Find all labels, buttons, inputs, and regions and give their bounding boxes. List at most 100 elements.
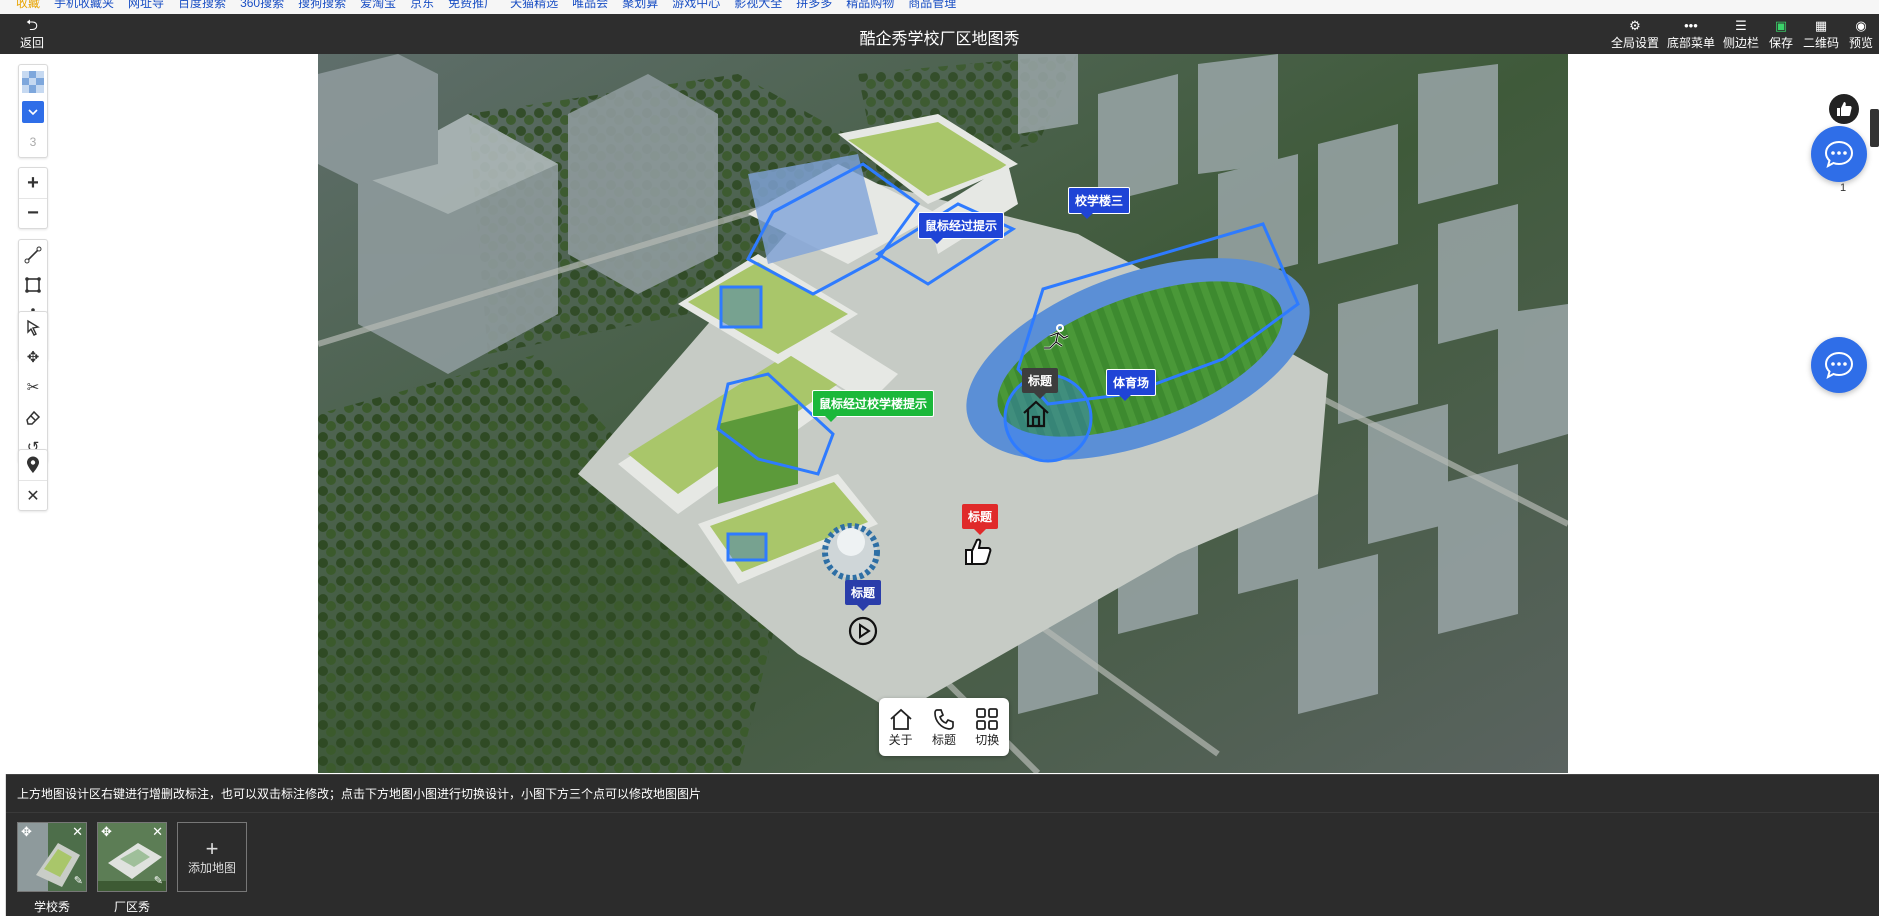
bookmark-item[interactable]: 网址导 xyxy=(128,0,164,9)
polyline-icon[interactable] xyxy=(19,240,47,270)
building-3-label[interactable]: 校学楼三 xyxy=(1068,187,1131,219)
chat-float-button-bottom[interactable] xyxy=(1811,337,1867,393)
zoom-in-icon[interactable]: + xyxy=(19,168,47,198)
edit-toolbar: ✥ ✂ ↺ xyxy=(18,311,48,463)
marker-toolbar: ✕ xyxy=(18,449,48,511)
bottom-menu-item-phone[interactable]: 标题 xyxy=(931,707,957,748)
bookmark-item[interactable]: 搜狗搜索 xyxy=(298,0,346,9)
rectangle-icon[interactable] xyxy=(19,270,47,300)
bookmark-item[interactable]: 影视大全 xyxy=(734,0,782,9)
like-button[interactable] xyxy=(1829,94,1859,124)
bookmark-item[interactable]: 手机收藏夹 xyxy=(54,0,114,9)
scroll-indicator[interactable] xyxy=(1870,109,1879,147)
top-actions: ⚙ 全局设置 ••• 底部菜单 ☰ 侧边栏 ▣ 保存 ▦ 二维码 ◉ 预览 xyxy=(1603,18,1879,51)
home-marker-icon[interactable] xyxy=(1020,398,1052,430)
map-pin-icon[interactable] xyxy=(19,450,47,480)
top-bar: ⮌ 返回 酷企秀学校厂区地图秀 ⚙ 全局设置 ••• 底部菜单 ☰ 侧边栏 ▣ … xyxy=(0,14,1879,54)
title-marker-red[interactable]: 标题 xyxy=(962,504,999,535)
grid-icon xyxy=(976,707,999,730)
move-icon[interactable]: ✥ xyxy=(19,342,47,372)
back-arrow-icon: ⮌ xyxy=(25,17,38,34)
map-thumbnail-bar: ✥ ✕ ✎ 学校秀 ✥ ✕ ✎ 厂区秀 + 添加地图 xyxy=(6,812,1879,916)
move-icon[interactable]: ✥ xyxy=(21,825,32,838)
chat-bubble-icon xyxy=(1824,140,1854,168)
bookmark-item[interactable]: 商品管理 xyxy=(908,0,956,9)
sports-field-label[interactable]: 体育场 xyxy=(1106,369,1157,401)
map-thumb-factory-name: 厂区秀 xyxy=(113,900,150,914)
thumbs-up-icon xyxy=(1837,102,1852,116)
bottom-menu-item-switch[interactable]: 切换 xyxy=(974,707,1000,748)
add-map-label: 添加地图 xyxy=(187,860,236,875)
close-icon[interactable]: ✕ xyxy=(152,825,163,838)
chat-float-button-top[interactable] xyxy=(1811,126,1867,182)
title-marker-gray[interactable]: 标题 xyxy=(1022,368,1059,399)
bookmark-item[interactable]: 游戏中心 xyxy=(672,0,720,9)
back-button[interactable]: ⮌ 返回 xyxy=(14,18,50,51)
more-icon: ••• xyxy=(1684,18,1698,33)
bookmark-item[interactable]: 爱淘宝 xyxy=(360,0,396,9)
bottom-menu-label: 底部菜单 xyxy=(1666,36,1715,50)
hover-hint-label-1[interactable]: 鼠标经过提示 xyxy=(918,212,1005,244)
hover-hint-label-2[interactable]: 鼠标经过校学楼提示 xyxy=(812,390,935,422)
layer-dropdown[interactable] xyxy=(19,97,47,127)
sidebar-label: 侧边栏 xyxy=(1722,36,1759,50)
status-hint: 上方地图设计区右键进行增删改标注，也可以双击标注修改；点击下方地图小图进行切换设… xyxy=(6,774,1879,812)
preview-label: 预览 xyxy=(1848,36,1873,50)
move-icon[interactable]: ✥ xyxy=(101,825,112,838)
plus-icon: + xyxy=(205,835,219,861)
map-thumb-school-name: 学校秀 xyxy=(33,900,70,914)
phone-icon xyxy=(934,708,954,730)
save-label: 保存 xyxy=(1768,36,1793,50)
back-label: 返回 xyxy=(19,36,44,50)
layer-count: 3 xyxy=(29,135,37,149)
bookmark-item[interactable]: 360搜索 xyxy=(240,0,284,9)
runner-icon[interactable] xyxy=(1040,324,1070,356)
bookmark-item[interactable]: 百度搜索 xyxy=(178,0,226,9)
bottom-menu-item-about[interactable]: 关于 xyxy=(888,707,914,748)
bookmark-item[interactable]: 聚划算 xyxy=(622,0,658,9)
map-canvas[interactable]: 鼠标经过提示 校学楼三 体育场 鼠标经过校学楼提示 标题 标题 标题 xyxy=(318,54,1568,773)
global-settings-button[interactable]: ⚙ 全局设置 xyxy=(1611,18,1659,51)
clear-x-icon[interactable]: ✕ xyxy=(19,480,47,510)
add-map-button[interactable]: + 添加地图 xyxy=(177,822,247,892)
home-icon xyxy=(890,708,912,730)
qrcode-button[interactable]: ▦ 二维码 xyxy=(1803,18,1839,51)
bookmark-item[interactable]: 拼多多 xyxy=(796,0,832,9)
map-thumb-factory[interactable]: ✥ ✕ ✎ xyxy=(97,822,167,892)
zoom-toolbar: + − xyxy=(18,167,48,229)
bottom-menu: 关于 标题 切换 xyxy=(879,698,1009,756)
save-button[interactable]: ▣ 保存 xyxy=(1767,18,1795,51)
bookmark-item[interactable]: 收藏 xyxy=(16,0,40,9)
eraser-icon[interactable] xyxy=(19,402,47,432)
qrcode-label: 二维码 xyxy=(1802,36,1839,50)
bookmark-item[interactable]: 精品购物 xyxy=(846,0,894,9)
preview-button[interactable]: ◉ 预览 xyxy=(1847,18,1875,51)
edit-pencil-icon[interactable]: ✎ xyxy=(74,875,83,888)
bookmark-item[interactable]: 免费推广 xyxy=(448,0,496,9)
gear-icon: ⚙ xyxy=(1629,18,1641,33)
map-thumb-school[interactable]: ✥ ✕ ✎ xyxy=(17,822,87,892)
bookmark-item[interactable]: 唯品会 xyxy=(572,0,608,9)
select-arrow-icon[interactable] xyxy=(19,312,47,342)
close-icon[interactable]: ✕ xyxy=(72,825,83,838)
bookmark-item[interactable]: 天猫精选 xyxy=(510,0,558,9)
list-icon: ☰ xyxy=(1735,18,1747,33)
layer-thumbnail[interactable] xyxy=(19,67,47,97)
bottom-menu-label-about: 关于 xyxy=(888,732,913,747)
bottom-menu-label-switch: 切换 xyxy=(975,732,1000,747)
bookmark-item[interactable]: 京东 xyxy=(410,0,434,9)
scissors-icon[interactable]: ✂ xyxy=(19,372,47,402)
hand-pointer-icon[interactable] xyxy=(960,534,994,568)
sidebar-button[interactable]: ☰ 侧边栏 xyxy=(1723,18,1759,51)
play-video-icon[interactable] xyxy=(847,615,879,647)
layer-toolbar: 3 xyxy=(18,64,48,158)
edit-pencil-icon[interactable]: ✎ xyxy=(154,875,163,888)
bottom-menu-button[interactable]: ••• 底部菜单 xyxy=(1667,18,1715,51)
save-icon: ▣ xyxy=(1774,18,1788,33)
title-marker-navy[interactable]: 标题 xyxy=(845,580,882,611)
bookmarks-bar: 收藏 手机收藏夹 网址导 百度搜索 360搜索 搜狗搜索 爱淘宝 京东 免费推广 天猫精选 唯品会 聚… xyxy=(0,0,1879,14)
bottom-menu-label-phone: 标题 xyxy=(931,732,956,747)
campus-aerial-image xyxy=(318,54,1568,773)
design-stage: 鼠标经过提示 校学楼三 体育场 鼠标经过校学楼提示 标题 标题 标题 3 + −… xyxy=(0,54,1879,774)
zoom-out-icon[interactable]: − xyxy=(19,198,47,228)
